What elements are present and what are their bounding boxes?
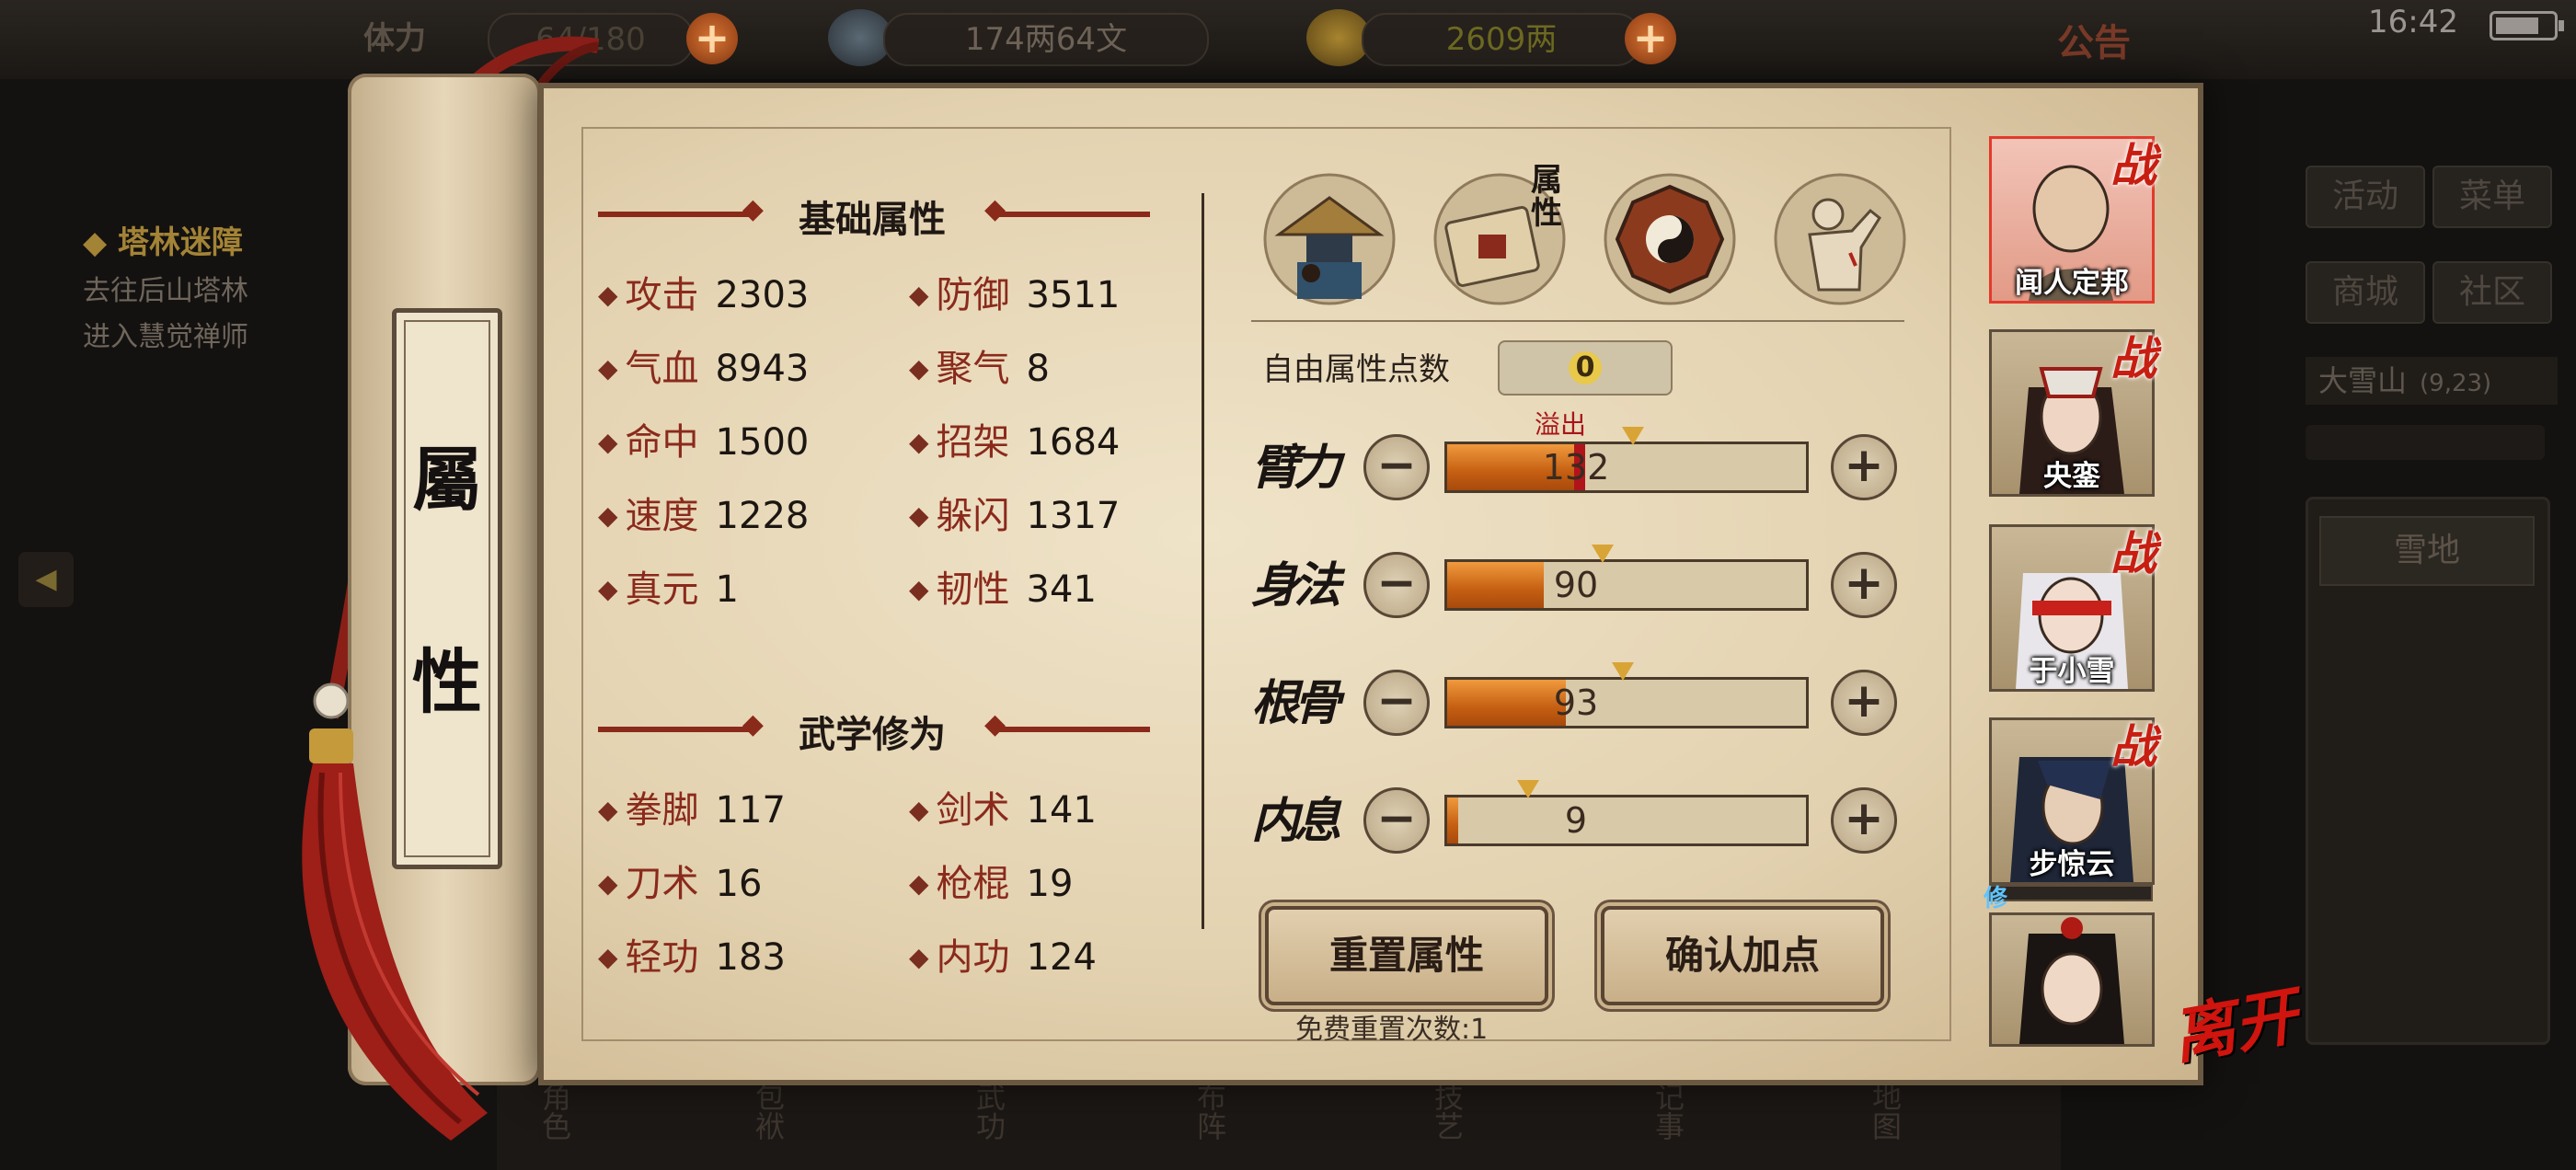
quest-title: ◆ 塔林迷障 — [83, 224, 243, 261]
battle-badge: 战 — [2110, 719, 2156, 774]
quest-line-2: 进入慧觉禅师 — [83, 321, 248, 353]
panel-divider — [1202, 193, 1204, 929]
stat-dodge: ◆ 躲闪 1317 — [909, 495, 1121, 537]
scroll-title-char-1: 屬 — [412, 439, 482, 521]
map-location[interactable]: 大雪山 (9,23) — [2306, 357, 2558, 405]
agility-bar: 90 — [1444, 559, 1809, 611]
silver-value: 174两64文 — [883, 13, 1209, 66]
battle-badge: 战 — [2110, 526, 2156, 580]
tab-attributes-label: 属性 — [1531, 162, 1562, 232]
tab-rule — [1251, 320, 1904, 322]
attr-constitution-label: 根骨 — [1251, 675, 1341, 731]
breath-plus-button[interactable]: + — [1831, 787, 1897, 854]
strength-bar: 132 — [1444, 442, 1809, 493]
free-points-label: 自由属性点数 — [1262, 351, 1450, 388]
breath-marker — [1516, 780, 1539, 798]
nav-journal[interactable]: 记事 — [1647, 1082, 1689, 1141]
body-meridian-icon[interactable] — [1771, 170, 1909, 308]
breath-bar: 9 — [1444, 795, 1809, 846]
member-name: 于小雪 — [2029, 655, 2115, 688]
strength-value: 132 — [1542, 447, 1610, 488]
character-hat-icon[interactable] — [1260, 170, 1398, 308]
minimap-strip[interactable] — [2306, 425, 2545, 460]
member-name: 步惊云 — [2029, 848, 2115, 881]
stat-speed: ◆ 速度 1228 — [598, 495, 810, 537]
free-reset-count: 免费重置次数:1 — [1295, 1014, 1489, 1046]
agility-marker — [1592, 545, 1615, 563]
nav-inventory[interactable]: 包袱 — [747, 1082, 789, 1141]
breath-value: 9 — [1564, 800, 1588, 841]
skill-fist: ◆ 拳脚 117 — [598, 789, 786, 832]
add-gold-button[interactable]: + — [1625, 13, 1676, 64]
stat-defense: ◆ 防御 3511 — [909, 274, 1121, 316]
stat-attack: ◆ 攻击 2303 — [598, 274, 810, 316]
shop-button[interactable]: 商城 — [2306, 261, 2425, 324]
quest-line-1: 去往后山塔林 — [83, 275, 248, 307]
stat-parry: ◆ 招架 1684 — [909, 421, 1121, 464]
attr-agility-label: 身法 — [1251, 557, 1341, 614]
agility-minus-button[interactable]: − — [1363, 552, 1430, 618]
gold-value: 2609两 — [1362, 13, 1641, 66]
strength-marker — [1622, 427, 1645, 445]
constitution-plus-button[interactable]: + — [1831, 670, 1897, 736]
strength-plus-button[interactable]: + — [1831, 434, 1897, 500]
notice-button[interactable]: 公告 — [2057, 13, 2131, 66]
battle-badge: 战 — [2110, 331, 2156, 385]
community-button[interactable]: 社区 — [2432, 261, 2552, 324]
status-time: 16:42 — [2368, 4, 2458, 40]
skill-inner-power: ◆ 内功 124 — [909, 936, 1097, 979]
activity-button[interactable]: 活动 — [2306, 166, 2425, 228]
young-woman-portrait-icon — [2019, 917, 2124, 1044]
bottom-nav-bar — [497, 1074, 2061, 1170]
nav-character[interactable]: 角色 — [534, 1082, 576, 1141]
member-name: 央銮 — [2043, 460, 2100, 493]
strength-minus-button[interactable]: − — [1363, 434, 1430, 500]
battery-icon — [2490, 11, 2564, 40]
nav-martial-arts[interactable]: 武功 — [968, 1082, 1010, 1141]
confirm-points-button[interactable]: 确认加点 — [1601, 906, 1884, 1005]
skill-sword: ◆ 剑术 141 — [909, 789, 1097, 832]
section-rule — [984, 193, 1150, 225]
overflow-label: 溢出 — [1535, 409, 1587, 440]
breath-minus-button[interactable]: − — [1363, 787, 1430, 854]
attr-breath-label: 内息 — [1251, 793, 1341, 849]
cultivation-progress-bar — [1989, 885, 2153, 901]
add-stamina-button[interactable]: + — [686, 13, 738, 64]
area-snowfield-button[interactable]: 雪地 — [2319, 516, 2535, 586]
constitution-value: 93 — [1553, 682, 1599, 723]
constitution-bar: 93 — [1444, 677, 1809, 728]
constitution-marker — [1612, 662, 1635, 681]
free-points-value: 0 — [1569, 351, 1602, 384]
quest-tracker[interactable]: ◆ 塔林迷障 去往后山塔林 进入慧觉禅师 — [83, 217, 359, 354]
skill-lightness: ◆ 轻功 183 — [598, 936, 786, 979]
tassel-icon — [302, 682, 488, 1141]
party-member-5[interactable] — [1989, 912, 2155, 1047]
nav-map[interactable]: 地图 — [1864, 1082, 1906, 1141]
stat-true-essence: ◆ 真元 1 — [598, 568, 739, 611]
map-name: 大雪山 — [2318, 363, 2408, 398]
nav-skills[interactable]: 技艺 — [1426, 1082, 1468, 1141]
free-points-box: 0 — [1498, 340, 1673, 396]
agility-plus-button[interactable]: + — [1831, 552, 1897, 618]
attr-strength-label: 臂力 — [1251, 440, 1341, 496]
map-coords: (9,23) — [2420, 370, 2492, 397]
cultivation-tag: 修 — [1984, 885, 2008, 912]
skill-blade: ◆ 刀术 16 — [598, 863, 763, 905]
stat-hp: ◆ 气血 8943 — [598, 348, 810, 390]
battle-badge: 战 — [2110, 138, 2156, 192]
section-rule — [984, 708, 1150, 740]
stat-qi-gather: ◆ 聚气 8 — [909, 348, 1050, 390]
nav-formation[interactable]: 布阵 — [1189, 1082, 1231, 1141]
collapse-left-arrow-icon[interactable]: ◀ — [18, 552, 74, 607]
bagua-icon[interactable] — [1601, 170, 1739, 308]
agility-value: 90 — [1553, 565, 1599, 605]
stat-accuracy: ◆ 命中 1500 — [598, 421, 810, 464]
stat-toughness: ◆ 韧性 341 — [909, 568, 1097, 611]
constitution-minus-button[interactable]: − — [1363, 670, 1430, 736]
menu-button[interactable]: 菜单 — [2432, 166, 2552, 228]
member-name: 闻人定邦 — [2015, 267, 2129, 300]
area-panel: 雪地 — [2306, 497, 2550, 1045]
skill-spear-staff: ◆ 枪棍 19 — [909, 863, 1074, 905]
reset-attributes-button[interactable]: 重置属性 — [1265, 906, 1548, 1005]
